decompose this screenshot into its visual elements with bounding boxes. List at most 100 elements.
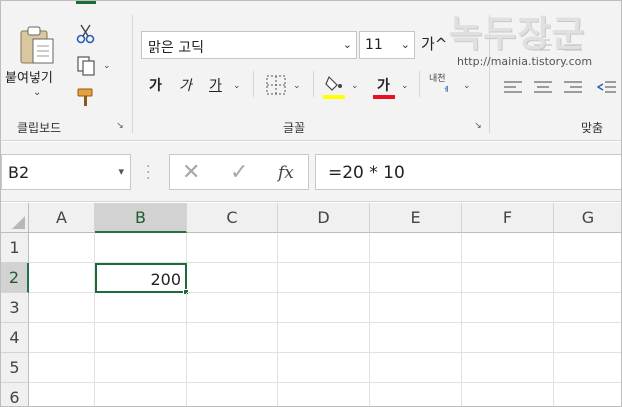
cell-c4[interactable]	[187, 323, 278, 353]
column-header-f[interactable]: F	[462, 203, 554, 233]
cell-b3[interactable]	[95, 293, 187, 323]
cell-b1[interactable]	[95, 233, 187, 263]
cell-e5[interactable]	[370, 353, 462, 383]
clipboard-group-label: 클립보드	[17, 121, 62, 135]
font-size-dropdown[interactable]: 11 ⌄	[359, 31, 415, 59]
select-all-button[interactable]	[1, 203, 29, 233]
font-launcher-icon[interactable]: ↘	[473, 122, 483, 132]
align-center-icon[interactable]	[533, 79, 553, 93]
decrease-indent-icon[interactable]	[596, 79, 617, 93]
cut-icon[interactable]	[75, 23, 97, 45]
cell-b6[interactable]	[95, 383, 187, 406]
cell-e3[interactable]	[370, 293, 462, 323]
select-all-triangle-icon	[12, 216, 25, 229]
column-header-g[interactable]: G	[554, 203, 621, 233]
group-divider	[253, 71, 254, 97]
row-header-3[interactable]: 3	[1, 293, 29, 323]
cell-f4[interactable]	[462, 323, 554, 353]
cell-d4[interactable]	[278, 323, 370, 353]
cell-f1[interactable]	[462, 233, 554, 263]
cell-f3[interactable]	[462, 293, 554, 323]
cell-c5[interactable]	[187, 353, 278, 383]
cell-a2[interactable]	[29, 263, 95, 293]
watermark-title: 녹두장군	[449, 14, 586, 55]
cell-g4[interactable]	[554, 323, 621, 353]
font-name-value: 맑은 고딕	[148, 40, 204, 56]
cell-b2[interactable]: 200	[95, 263, 187, 293]
enter-icon[interactable]: ✓	[230, 160, 248, 185]
clipboard-launcher-icon[interactable]: ↘	[115, 122, 125, 132]
row-header-6[interactable]: 6	[1, 383, 29, 406]
column-header-e[interactable]: E	[370, 203, 462, 233]
align-left-icon[interactable]	[503, 79, 523, 93]
fill-color-icon[interactable]	[323, 73, 345, 95]
fill-color-dropdown-icon[interactable]: ⌄	[351, 81, 359, 91]
active-tab-indicator	[76, 1, 96, 4]
cell-d3[interactable]	[278, 293, 370, 323]
insert-function-button[interactable]: fx	[278, 163, 294, 183]
cell-b4[interactable]	[95, 323, 187, 353]
formula-input[interactable]: =20 * 10	[315, 154, 621, 190]
row-header-1[interactable]: 1	[1, 233, 29, 263]
cell-e4[interactable]	[370, 323, 462, 353]
column-header-c[interactable]: C	[187, 203, 278, 233]
column-header-b[interactable]: B	[95, 203, 187, 233]
cell-c3[interactable]	[187, 293, 278, 323]
row-header-5[interactable]: 5	[1, 353, 29, 383]
underline-button[interactable]: 가	[209, 75, 222, 95]
grow-font-button[interactable]: 가^	[421, 33, 447, 54]
cancel-icon[interactable]: ✕	[182, 160, 200, 185]
cell-a1[interactable]	[29, 233, 95, 263]
cell-d6[interactable]	[278, 383, 370, 406]
column-header-d[interactable]: D	[278, 203, 370, 233]
paste-icon[interactable]	[19, 25, 55, 65]
paste-button-label[interactable]: 붙여넣기	[5, 67, 53, 86]
column-header-a[interactable]: A	[29, 203, 95, 233]
underline-dropdown-icon[interactable]: ⌄	[233, 81, 241, 91]
cell-g3[interactable]	[554, 293, 621, 323]
row-header-4[interactable]: 4	[1, 323, 29, 353]
cell-e2[interactable]	[370, 263, 462, 293]
font-color-swatch	[373, 95, 395, 99]
copy-icon[interactable]	[75, 55, 97, 77]
cell-a5[interactable]	[29, 353, 95, 383]
formula-buttons: ✕ ✓ fx	[169, 154, 309, 190]
cell-f6[interactable]	[462, 383, 554, 406]
bold-button[interactable]: 가	[149, 75, 162, 95]
border-dropdown-icon[interactable]: ⌄	[293, 81, 301, 91]
cell-c2[interactable]	[187, 263, 278, 293]
cell-d2[interactable]	[278, 263, 370, 293]
drag-handle-icon[interactable]: · · ·	[146, 160, 151, 186]
chevron-down-icon: ⌄	[342, 38, 352, 51]
cell-d5[interactable]	[278, 353, 370, 383]
cell-g2[interactable]	[554, 263, 621, 293]
align-right-icon[interactable]	[563, 79, 583, 93]
font-color-dropdown-icon[interactable]: ⌄	[401, 81, 409, 91]
phonetic-dropdown-icon[interactable]: ⌄	[463, 81, 471, 91]
chevron-down-icon: ▾	[118, 165, 124, 178]
cell-a3[interactable]	[29, 293, 95, 323]
cell-c6[interactable]	[187, 383, 278, 406]
cell-a4[interactable]	[29, 323, 95, 353]
chevron-down-icon: ⌄	[400, 38, 410, 51]
font-name-dropdown[interactable]: 맑은 고딕 ⌄	[141, 31, 357, 59]
cell-g1[interactable]	[554, 233, 621, 263]
format-painter-icon[interactable]	[75, 87, 97, 109]
cell-f5[interactable]	[462, 353, 554, 383]
italic-button[interactable]: 가	[179, 75, 192, 95]
row-header-2[interactable]: 2	[1, 263, 29, 293]
paste-dropdown-icon[interactable]: ⌄	[33, 87, 41, 98]
name-box[interactable]: B2 ▾	[1, 154, 131, 190]
border-icon[interactable]	[265, 74, 287, 96]
cell-b5[interactable]	[95, 353, 187, 383]
cell-g5[interactable]	[554, 353, 621, 383]
font-color-button[interactable]: 가	[377, 75, 390, 95]
copy-dropdown-icon[interactable]: ⌄	[103, 61, 111, 71]
cell-d1[interactable]	[278, 233, 370, 263]
cell-e1[interactable]	[370, 233, 462, 263]
cell-c1[interactable]	[187, 233, 278, 263]
cell-g6[interactable]	[554, 383, 621, 406]
cell-a6[interactable]	[29, 383, 95, 406]
cell-e6[interactable]	[370, 383, 462, 406]
cell-f2[interactable]	[462, 263, 554, 293]
